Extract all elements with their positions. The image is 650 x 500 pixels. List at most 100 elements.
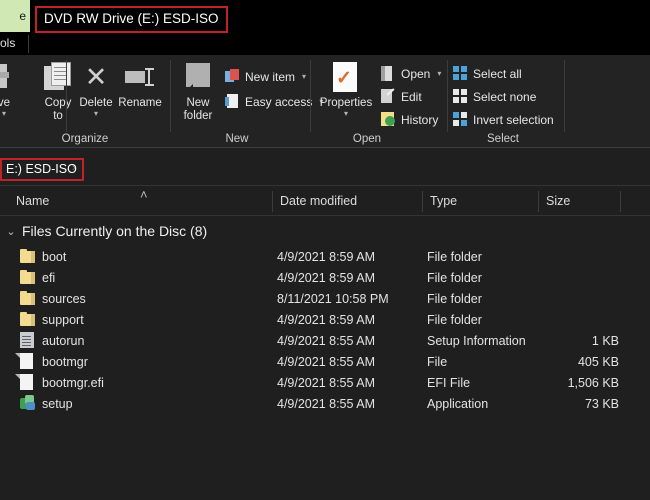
file-size: 1 KB bbox=[527, 334, 619, 348]
edit-button[interactable]: Edit bbox=[380, 86, 422, 107]
column-header-row: Name ˄ Date modified Type Size bbox=[0, 186, 650, 216]
file-name: boot bbox=[42, 250, 66, 264]
folder-icon bbox=[20, 311, 36, 327]
breadcrumb-chevron-icon[interactable]: › bbox=[72, 162, 76, 174]
copy-to-icon bbox=[44, 59, 72, 95]
file-type: File folder bbox=[427, 250, 482, 264]
new-item-label: New item bbox=[245, 70, 295, 84]
new-folder-button[interactable]: New folder bbox=[172, 59, 224, 131]
tab-drive-tools[interactable]: ols bbox=[0, 36, 15, 50]
folder-icon bbox=[20, 290, 36, 306]
column-header-type[interactable]: Type bbox=[422, 186, 457, 216]
chevron-down-icon[interactable]: ▾ bbox=[344, 111, 348, 117]
file-name: efi bbox=[42, 271, 55, 285]
file-name: autorun bbox=[42, 334, 84, 348]
chevron-down-icon[interactable]: ▾ bbox=[437, 69, 441, 78]
window-title: DVD RW Drive (E:) ESD-ISO bbox=[44, 11, 219, 26]
table-row[interactable]: efi 4/9/2021 8:59 AM File folder bbox=[0, 267, 650, 288]
file-type: EFI File bbox=[427, 376, 470, 390]
file-name: setup bbox=[42, 397, 73, 411]
open-button[interactable]: Open ▾ bbox=[380, 63, 441, 84]
column-header-name-label: Name bbox=[16, 194, 49, 208]
file-date-modified: 8/11/2021 10:58 PM bbox=[277, 292, 389, 306]
delete-x-icon: ✕ bbox=[85, 59, 108, 95]
ribbon-group-organize: ve ▾ Copy to bbox=[0, 55, 172, 148]
file-size: 405 KB bbox=[527, 355, 619, 369]
table-row[interactable]: setup 4/9/2021 8:55 AM Application 73 KB bbox=[0, 393, 650, 414]
rename-button[interactable]: Rename bbox=[112, 59, 168, 131]
edit-label: Edit bbox=[401, 90, 422, 104]
file-date-modified: 4/9/2021 8:55 AM bbox=[277, 376, 375, 390]
file-list: boot 4/9/2021 8:59 AM File folder efi 4/… bbox=[0, 246, 650, 414]
generic-file-icon bbox=[20, 374, 36, 390]
file-date-modified: 4/9/2021 8:59 AM bbox=[277, 271, 375, 285]
invert-selection-icon bbox=[452, 112, 468, 128]
select-all-button[interactable]: Select all bbox=[452, 63, 522, 84]
column-divider[interactable] bbox=[620, 191, 621, 212]
history-icon bbox=[380, 112, 396, 128]
new-item-icon bbox=[224, 69, 240, 85]
ribbon-group-new: New folder New item ▾ Easy access ▾ New bbox=[172, 55, 308, 148]
address-bar[interactable]: E:) ESD-ISO › bbox=[0, 148, 650, 186]
generic-file-icon bbox=[20, 353, 36, 369]
file-type: Application bbox=[427, 397, 488, 411]
column-header-name[interactable]: Name bbox=[8, 186, 49, 216]
file-name: bootmgr.efi bbox=[42, 376, 104, 390]
new-folder-icon bbox=[186, 59, 210, 95]
contextual-tab-drive-tools[interactable]: e bbox=[0, 0, 30, 32]
application-icon bbox=[20, 395, 36, 411]
contextual-tab-label: e bbox=[19, 9, 26, 23]
select-none-label: Select none bbox=[473, 90, 536, 104]
table-row[interactable]: support 4/9/2021 8:59 AM File folder bbox=[0, 309, 650, 330]
table-row[interactable]: bootmgr 4/9/2021 8:55 AM File 405 KB bbox=[0, 351, 650, 372]
column-header-size[interactable]: Size bbox=[538, 186, 570, 216]
ribbon-group-label-new: New bbox=[192, 133, 282, 145]
file-type: Setup Information bbox=[427, 334, 526, 348]
file-date-modified: 4/9/2021 8:55 AM bbox=[277, 355, 375, 369]
properties-icon: ✓ bbox=[333, 59, 359, 95]
group-divider bbox=[447, 60, 448, 132]
move-to-button[interactable]: ve ▾ bbox=[0, 59, 30, 131]
chevron-down-icon[interactable]: ▾ bbox=[2, 111, 6, 117]
easy-access-button[interactable]: Easy access ▾ bbox=[224, 91, 323, 112]
history-button[interactable]: History bbox=[380, 109, 438, 130]
file-type: File folder bbox=[427, 271, 482, 285]
table-row[interactable]: boot 4/9/2021 8:59 AM File folder bbox=[0, 246, 650, 267]
move-to-icon bbox=[0, 59, 19, 95]
sort-ascending-icon: ˄ bbox=[140, 187, 148, 202]
breadcrumb-segment-drive: E:) ESD-ISO bbox=[6, 162, 77, 176]
ribbon-group-select: Select all Select none Invert selection … bbox=[449, 55, 565, 148]
table-row[interactable]: sources 8/11/2021 10:58 PM File folder bbox=[0, 288, 650, 309]
window-title-highlight: DVD RW Drive (E:) ESD-ISO bbox=[35, 6, 228, 33]
folder-icon bbox=[20, 269, 36, 285]
file-group-header[interactable]: ⌄ Files Currently on the Disc (8) bbox=[0, 218, 650, 244]
rename-icon bbox=[125, 59, 155, 95]
file-type: File folder bbox=[427, 313, 482, 327]
ribbon-toolbar: ve ▾ Copy to bbox=[0, 55, 650, 148]
invert-selection-button[interactable]: Invert selection bbox=[452, 109, 554, 130]
easy-access-label: Easy access bbox=[245, 95, 312, 109]
table-row[interactable]: autorun 4/9/2021 8:55 AM Setup Informati… bbox=[0, 330, 650, 351]
file-name: support bbox=[42, 313, 84, 327]
new-folder-label-line2: folder bbox=[184, 110, 213, 123]
group-divider bbox=[66, 60, 67, 132]
column-header-size-label: Size bbox=[546, 194, 570, 208]
chevron-down-icon[interactable]: ▾ bbox=[302, 72, 306, 81]
ribbon-group-label-open: Open bbox=[322, 133, 412, 145]
new-item-button[interactable]: New item ▾ bbox=[224, 66, 306, 87]
copy-to-label-line2: to bbox=[53, 110, 63, 123]
properties-button[interactable]: ✓ Properties ▾ bbox=[315, 59, 377, 131]
chevron-collapse-icon[interactable]: ⌄ bbox=[0, 225, 22, 238]
select-none-button[interactable]: Select none bbox=[452, 86, 536, 107]
file-name: sources bbox=[42, 292, 86, 306]
easy-access-icon bbox=[224, 94, 240, 110]
table-row[interactable]: bootmgr.efi 4/9/2021 8:55 AM EFI File 1,… bbox=[0, 372, 650, 393]
open-label: Open bbox=[401, 67, 430, 81]
column-header-date-modified[interactable]: Date modified bbox=[272, 186, 357, 216]
file-size: 73 KB bbox=[527, 397, 619, 411]
file-group-header-label: Files Currently on the Disc (8) bbox=[22, 223, 207, 239]
chevron-down-icon[interactable]: ▾ bbox=[94, 111, 98, 117]
new-folder-label-line1: New bbox=[186, 97, 209, 110]
group-divider bbox=[564, 60, 565, 132]
file-type: File bbox=[427, 355, 447, 369]
